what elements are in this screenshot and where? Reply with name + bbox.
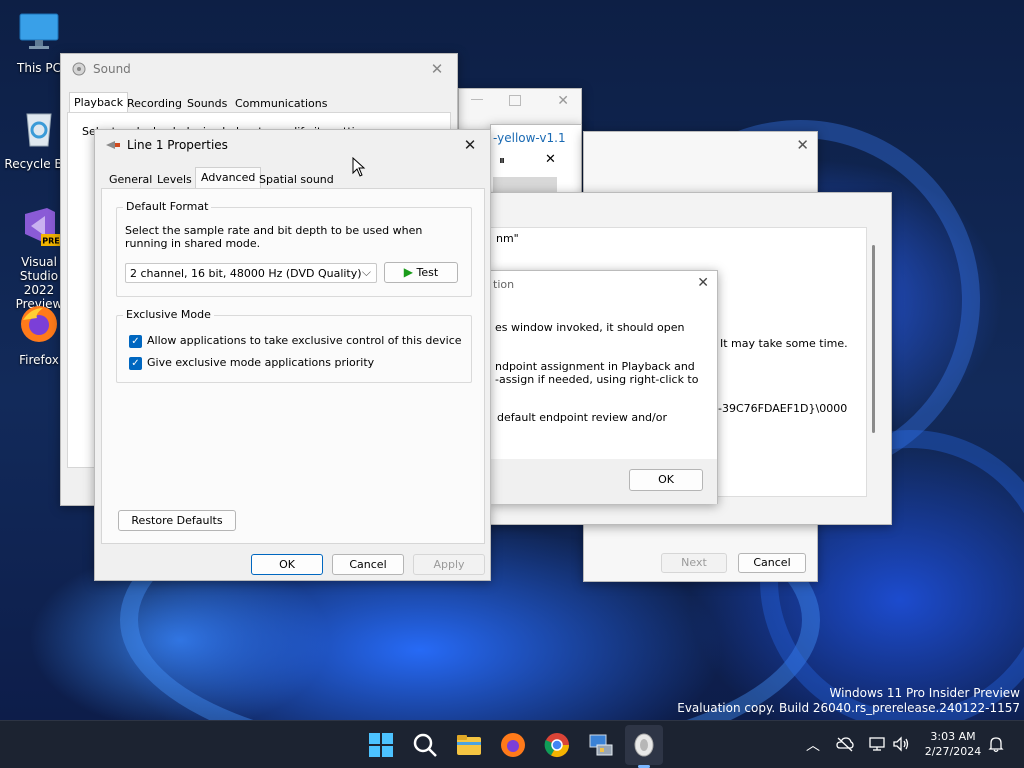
checkbox-checked[interactable]: ✓ (129, 334, 142, 348)
recycle-bin-icon (26, 113, 52, 147)
sound-window-title: Sound (93, 62, 131, 76)
content-fragment: nm" (496, 232, 519, 245)
default-format-label: Default Format (123, 200, 212, 213)
close-icon[interactable]: ✕ (697, 275, 709, 291)
checkbox-checked[interactable]: ✓ (129, 356, 142, 370)
watermark-line-2: Evaluation copy. Build 26040.rs_prerelea… (677, 701, 1020, 715)
cloud-off-icon[interactable] (836, 736, 854, 752)
network-icon[interactable] (868, 736, 886, 752)
line1-properties-dialog[interactable]: Line 1 Properties ✕ General Levels Advan… (94, 129, 491, 581)
tab-levels[interactable]: Levels (153, 170, 196, 189)
advanced-panel: Default Format Select the sample rate an… (101, 188, 485, 544)
file-explorer-icon[interactable] (455, 731, 483, 759)
maximize-icon[interactable] (509, 95, 521, 106)
preview-badge: PRE (42, 237, 60, 246)
device-manager-icon[interactable] (587, 731, 615, 759)
test-button-label: Test (416, 266, 439, 279)
info-dialog-title: tion (493, 278, 515, 291)
restore-defaults-button[interactable]: Restore Defaults (118, 510, 236, 531)
search-icon[interactable] (411, 731, 439, 759)
exclusive-mode-label: Exclusive Mode (123, 308, 214, 321)
format-select-value: 2 channel, 16 bit, 48000 Hz (DVD Quality… (130, 267, 362, 280)
evaluation-watermark: Windows 11 Pro Insider Preview Evaluatio… (677, 686, 1020, 716)
close-icon[interactable]: ✕ (557, 93, 569, 109)
exclusive-priority-option[interactable]: ✓ Give exclusive mode applications priori… (129, 356, 374, 370)
watermark-line-1: Windows 11 Pro Insider Preview (829, 686, 1020, 700)
content-fragment: It may take some time. (720, 337, 848, 350)
mouse-cursor-icon (352, 157, 366, 177)
apply-button[interactable]: Apply (413, 554, 485, 575)
clock[interactable]: 3:03 AM 2/27/2024 (918, 729, 988, 759)
chevron-down-icon: ⌵ (361, 265, 371, 279)
play-icon: ▶ (403, 265, 414, 279)
tab-playback[interactable]: Playback (69, 92, 129, 114)
format-select[interactable]: 2 channel, 16 bit, 48000 Hz (DVD Quality… (125, 263, 377, 283)
firefox-icon[interactable] (499, 731, 527, 759)
pause-icon[interactable]: ⏸ (499, 153, 505, 168)
ok-button[interactable]: OK (629, 469, 703, 491)
content-fragment: -39C76FDAEF1D}\0000 (718, 402, 848, 415)
info-dialog[interactable]: tion ✕ es window invoked, it should open… (490, 270, 718, 504)
exclusive-mode-group: Exclusive Mode ✓ Allow applications to ta… (116, 308, 472, 383)
sound-settings-icon[interactable] (630, 731, 658, 759)
info-dialog-titlebar: tion ✕ (491, 271, 717, 299)
properties-titlebar: Line 1 Properties ✕ (95, 130, 490, 159)
tab-general[interactable]: General (105, 170, 156, 189)
properties-title: Line 1 Properties (127, 137, 228, 152)
clock-time: 3:03 AM (930, 730, 976, 743)
cancel-button[interactable]: Cancel (332, 554, 404, 575)
visual-studio-icon: PRE (25, 208, 61, 246)
close-icon[interactable]: ✕ (427, 59, 447, 79)
scrollbar[interactable] (872, 245, 875, 433)
chrome-icon[interactable] (543, 731, 571, 759)
clock-date: 2/27/2024 (924, 745, 982, 758)
sound-titlebar: Sound ✕ (61, 54, 457, 84)
close-icon[interactable]: ✕ (545, 152, 556, 167)
line-in-icon (106, 140, 120, 149)
firefox-icon (21, 306, 57, 342)
tab-recording[interactable]: Recording (123, 94, 186, 113)
tab-sounds[interactable]: Sounds (183, 94, 231, 113)
close-icon[interactable]: ✕ (796, 136, 809, 154)
ok-button[interactable]: OK (251, 554, 323, 575)
yellow-app-window[interactable]: -yellow-v1.1 ⏸ ✕ (490, 124, 582, 194)
taskbar: ︿ 3:03 AM 2/27/2024 (0, 720, 1024, 768)
start-icon[interactable] (367, 731, 395, 759)
tab-communications[interactable]: Communications (231, 94, 331, 113)
close-icon[interactable]: ✕ (460, 135, 480, 155)
info-line: es window invoked, it should open (495, 321, 685, 334)
progress-strip (493, 177, 557, 193)
yellow-app-title: -yellow-v1.1 (493, 131, 566, 145)
default-format-description: Select the sample rate and bit depth to … (125, 224, 423, 250)
tab-spatial-sound[interactable]: Spatial sound (255, 170, 338, 189)
speaker-icon (72, 62, 86, 76)
default-format-group: Default Format Select the sample rate an… (116, 200, 472, 297)
tab-advanced[interactable]: Advanced (195, 167, 262, 190)
info-line: default endpoint review and/or (497, 411, 668, 424)
info-line: -assign if needed, using right-click to (495, 373, 699, 386)
next-button[interactable]: Next (661, 553, 727, 573)
checkbox-label: Allow applications to take exclusive con… (147, 334, 462, 347)
chevron-up-icon[interactable]: ︿ (806, 735, 820, 755)
exclusive-control-option[interactable]: ✓ Allow applications to take exclusive co… (129, 334, 462, 348)
test-button[interactable]: ▶ Test (384, 262, 458, 283)
monitor-icon (19, 13, 59, 49)
minimize-icon[interactable] (471, 99, 483, 100)
notification-bell-icon[interactable] (988, 736, 1004, 753)
cancel-button[interactable]: Cancel (738, 553, 806, 573)
volume-icon[interactable] (892, 736, 910, 752)
checkbox-label: Give exclusive mode applications priorit… (147, 356, 375, 369)
info-line: ndpoint assignment in Playback and (495, 360, 695, 373)
